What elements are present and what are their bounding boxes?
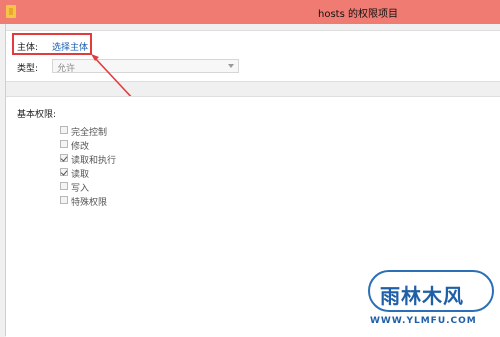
watermark-logo: 雨林木风 <box>368 270 494 312</box>
permission-label: 读取和执行 <box>71 156 117 166</box>
checkbox[interactable] <box>60 196 68 204</box>
permission-label: 特殊权限 <box>71 198 108 208</box>
permission-label: 修改 <box>71 142 90 152</box>
checkbox[interactable] <box>60 182 68 190</box>
permission-label: 读取 <box>71 170 90 180</box>
permission-label: 完全控制 <box>71 128 108 138</box>
watermark-url: WWW.YLMFU.COM <box>370 316 477 326</box>
watermark-logo-text: 雨林木风 <box>380 284 464 308</box>
permission-label: 写入 <box>71 184 90 194</box>
checkbox[interactable] <box>60 140 68 148</box>
checkbox[interactable] <box>60 126 68 134</box>
watermark: 雨林木风 WWW.YLMFU.COM <box>364 270 500 336</box>
permissions-heading: 基本权限: <box>17 110 57 120</box>
checkbox[interactable] <box>60 168 68 176</box>
checkbox[interactable] <box>60 154 68 162</box>
